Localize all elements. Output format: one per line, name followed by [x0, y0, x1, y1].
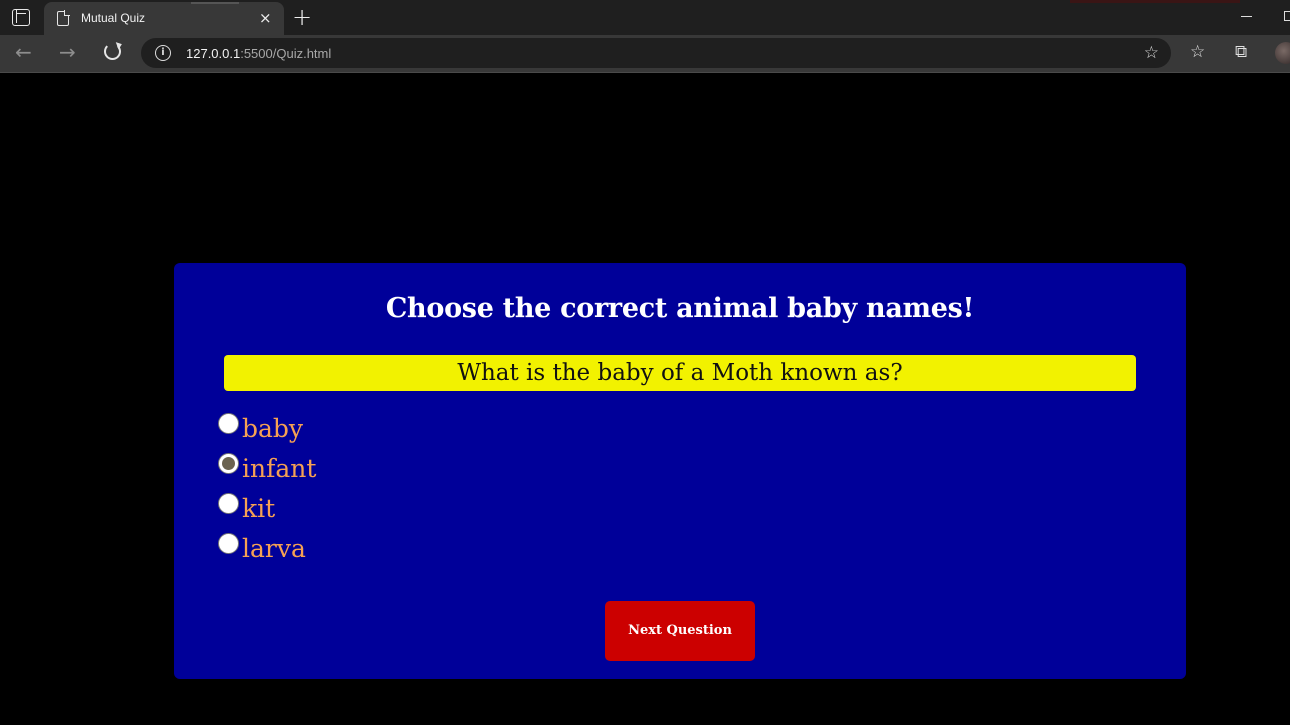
reload-icon[interactable]	[104, 43, 121, 60]
tab-indicator	[191, 2, 239, 4]
next-question-button[interactable]: Next Question	[605, 601, 755, 661]
quiz-title: Choose the correct animal baby names!	[385, 293, 975, 324]
option-label[interactable]: kit	[242, 491, 275, 527]
add-favorite-icon[interactable]: ☆	[1144, 43, 1159, 63]
new-tab-icon[interactable]: +	[292, 4, 312, 30]
maximize-icon[interactable]	[1284, 11, 1290, 21]
url-host: 127.0.0.1	[186, 46, 241, 61]
tab-title: Mutual Quiz	[81, 11, 146, 25]
option-radio[interactable]	[218, 453, 239, 474]
page-icon	[57, 10, 70, 26]
option-label[interactable]: baby	[242, 411, 303, 447]
tab-actions-icon[interactable]	[12, 9, 30, 26]
profile-avatar[interactable]	[1275, 42, 1290, 64]
url-path: :5500/Quiz.html	[240, 46, 332, 61]
url-text[interactable]: 127.0.0.1:5500/Quiz.html	[186, 46, 331, 61]
question-text: What is the baby of a Moth known as?	[457, 360, 903, 386]
option-radio[interactable]	[218, 493, 239, 514]
tab-close-icon[interactable]: ×	[259, 8, 272, 28]
titlebar-accent	[1070, 0, 1240, 3]
option-radio[interactable]	[218, 413, 239, 434]
option-label[interactable]: larva	[242, 531, 306, 567]
collections-icon[interactable]: ⧉	[1235, 42, 1247, 62]
browser-tab[interactable]: Mutual Quiz ×	[44, 2, 284, 35]
forward-arrow-icon[interactable]: →	[59, 41, 76, 63]
browser-toolbar: ← → i 127.0.0.1:5500/Quiz.html ☆ ☆ ⧉	[0, 35, 1290, 72]
option-radio[interactable]	[218, 533, 239, 554]
back-arrow-icon[interactable]: ←	[15, 41, 32, 63]
favorites-icon[interactable]: ☆	[1190, 42, 1205, 62]
toolbar-divider	[0, 72, 1290, 73]
minimize-icon[interactable]	[1241, 16, 1252, 17]
info-icon[interactable]: i	[155, 45, 171, 61]
question-box: What is the baby of a Moth known as?	[224, 355, 1136, 391]
address-bar[interactable]: i 127.0.0.1:5500/Quiz.html ☆	[141, 38, 1171, 68]
quiz-card: Choose the correct animal baby names! Wh…	[174, 263, 1186, 679]
option-label[interactable]: infant	[242, 451, 316, 487]
browser-titlebar: Mutual Quiz × +	[0, 0, 1290, 35]
